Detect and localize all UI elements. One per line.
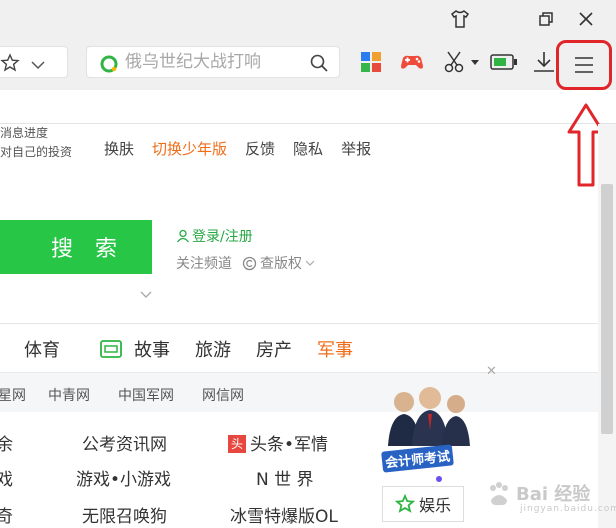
chevron-down-icon[interactable] — [139, 290, 153, 300]
game-controller-icon[interactable] — [398, 48, 426, 76]
check-copyright-label: 查版权 — [260, 256, 302, 272]
watermark-text: Bai 经验 — [516, 484, 591, 505]
copyright-icon — [242, 256, 257, 270]
search-input[interactable] — [125, 47, 305, 77]
vertical-scrollbar[interactable] — [598, 124, 616, 528]
story-icon — [100, 340, 122, 358]
main-menu-button[interactable] — [556, 40, 612, 90]
address-bar[interactable] — [0, 46, 68, 78]
grid-link[interactable]: 戏 — [0, 465, 13, 490]
user-icon — [176, 229, 190, 243]
chevron-down-icon[interactable] — [30, 56, 46, 75]
toolbar-bottom-strip — [0, 90, 616, 124]
dropdown-triangle-icon[interactable] — [468, 48, 482, 76]
star-icon — [394, 494, 415, 513]
search-icon[interactable] — [309, 53, 329, 77]
star-icon[interactable] — [0, 53, 20, 77]
info-snippet: 消息进度 对自己的投资 — [0, 124, 86, 162]
login-label: 登录/注册 — [192, 229, 253, 245]
grid-link[interactable]: 游戏•小游戏 — [76, 465, 171, 490]
site-link[interactable]: 中青网 — [48, 385, 90, 405]
sites-bar: 星网 中青网 中国军网 网信网 — [0, 372, 598, 412]
download-icon[interactable] — [530, 48, 558, 76]
link-teen-version[interactable]: 切换少年版 — [152, 138, 227, 159]
site-grid: 余 公考资讯网 头头条•军情 戏 游戏•小游戏 N 世 界 奇 无限召唤狗 冰雪… — [0, 412, 376, 528]
grid-link[interactable]: 余 — [0, 430, 13, 455]
entertainment-button[interactable]: 娱乐 — [382, 486, 464, 522]
info-line-2: 对自己的投资 — [0, 145, 73, 159]
sub-links: 关注频道 查版权 — [176, 253, 315, 273]
ad-banner[interactable]: 会计师考试 — [376, 386, 476, 482]
follow-channel-link[interactable]: 关注频道 — [176, 253, 232, 273]
watermark: Bai 经验 jingyan.baidu.com — [470, 470, 616, 528]
grid-link[interactable]: 公考资讯网 — [82, 430, 167, 455]
scrollbar-thumb[interactable] — [601, 184, 613, 434]
grid-link-headline[interactable]: 头头条•军情 — [228, 430, 328, 455]
check-copyright-link[interactable]: 查版权 — [242, 253, 315, 273]
screenshot-scissors-icon[interactable] — [441, 48, 469, 76]
site-link[interactable]: 网信网 — [202, 385, 244, 405]
grid-link[interactable]: 冰雪特爆版OL — [230, 502, 338, 527]
restore-window-icon[interactable] — [532, 6, 560, 32]
battery-saver-icon[interactable] — [490, 48, 518, 76]
category-nav: 体育 故事 旅游 房产 军事 — [0, 324, 598, 372]
link-feedback[interactable]: 反馈 — [245, 138, 275, 159]
ad-indicator-dot — [436, 476, 442, 482]
title-bar — [0, 0, 616, 38]
browser-toolbar — [0, 38, 616, 90]
link-privacy[interactable]: 隐私 — [293, 138, 323, 159]
nav-item-travel[interactable]: 旅游 — [195, 336, 231, 362]
close-icon[interactable]: ✕ — [486, 364, 497, 379]
info-line-1: 消息进度 — [0, 126, 49, 140]
headline-tag-icon: 头 — [228, 435, 246, 453]
close-window-icon[interactable] — [572, 6, 600, 32]
ad-people-image — [388, 387, 470, 446]
top-links: 换肤 切换少年版 反馈 隐私 举报 — [104, 138, 389, 159]
apps-grid-icon[interactable] — [357, 48, 385, 76]
grid-link[interactable]: 无限召唤狗 — [82, 502, 167, 527]
grid-link[interactable]: N 世 界 — [256, 465, 314, 490]
chevron-down-icon — [305, 260, 315, 266]
nav-item-sports[interactable]: 体育 — [24, 336, 60, 362]
site-link[interactable]: 中国军网 — [118, 385, 174, 405]
nav-item-story[interactable]: 故事 — [134, 336, 170, 362]
link-skin[interactable]: 换肤 — [104, 138, 134, 159]
login-register-link[interactable]: 登录/注册 — [176, 226, 253, 246]
baidu-paw-icon — [490, 482, 508, 506]
search-button[interactable]: 搜 索 — [0, 220, 152, 274]
skin-shirt-icon[interactable] — [446, 6, 474, 32]
link-report[interactable]: 举报 — [341, 138, 371, 159]
nav-item-military[interactable]: 军事 — [317, 336, 353, 362]
grid-link-label: 头条•军情 — [250, 435, 329, 455]
nav-item-realestate[interactable]: 房产 — [256, 336, 292, 362]
hamburger-menu-icon — [575, 57, 593, 73]
watermark-sub: jingyan.baidu.com — [520, 504, 616, 514]
search-button-label: 搜 索 — [50, 236, 126, 261]
site-link[interactable]: 星网 — [0, 385, 26, 405]
grid-link[interactable]: 奇 — [0, 502, 13, 527]
entertainment-label: 娱乐 — [418, 496, 451, 515]
search-engine-logo-icon — [99, 54, 119, 78]
search-box[interactable] — [86, 46, 340, 78]
